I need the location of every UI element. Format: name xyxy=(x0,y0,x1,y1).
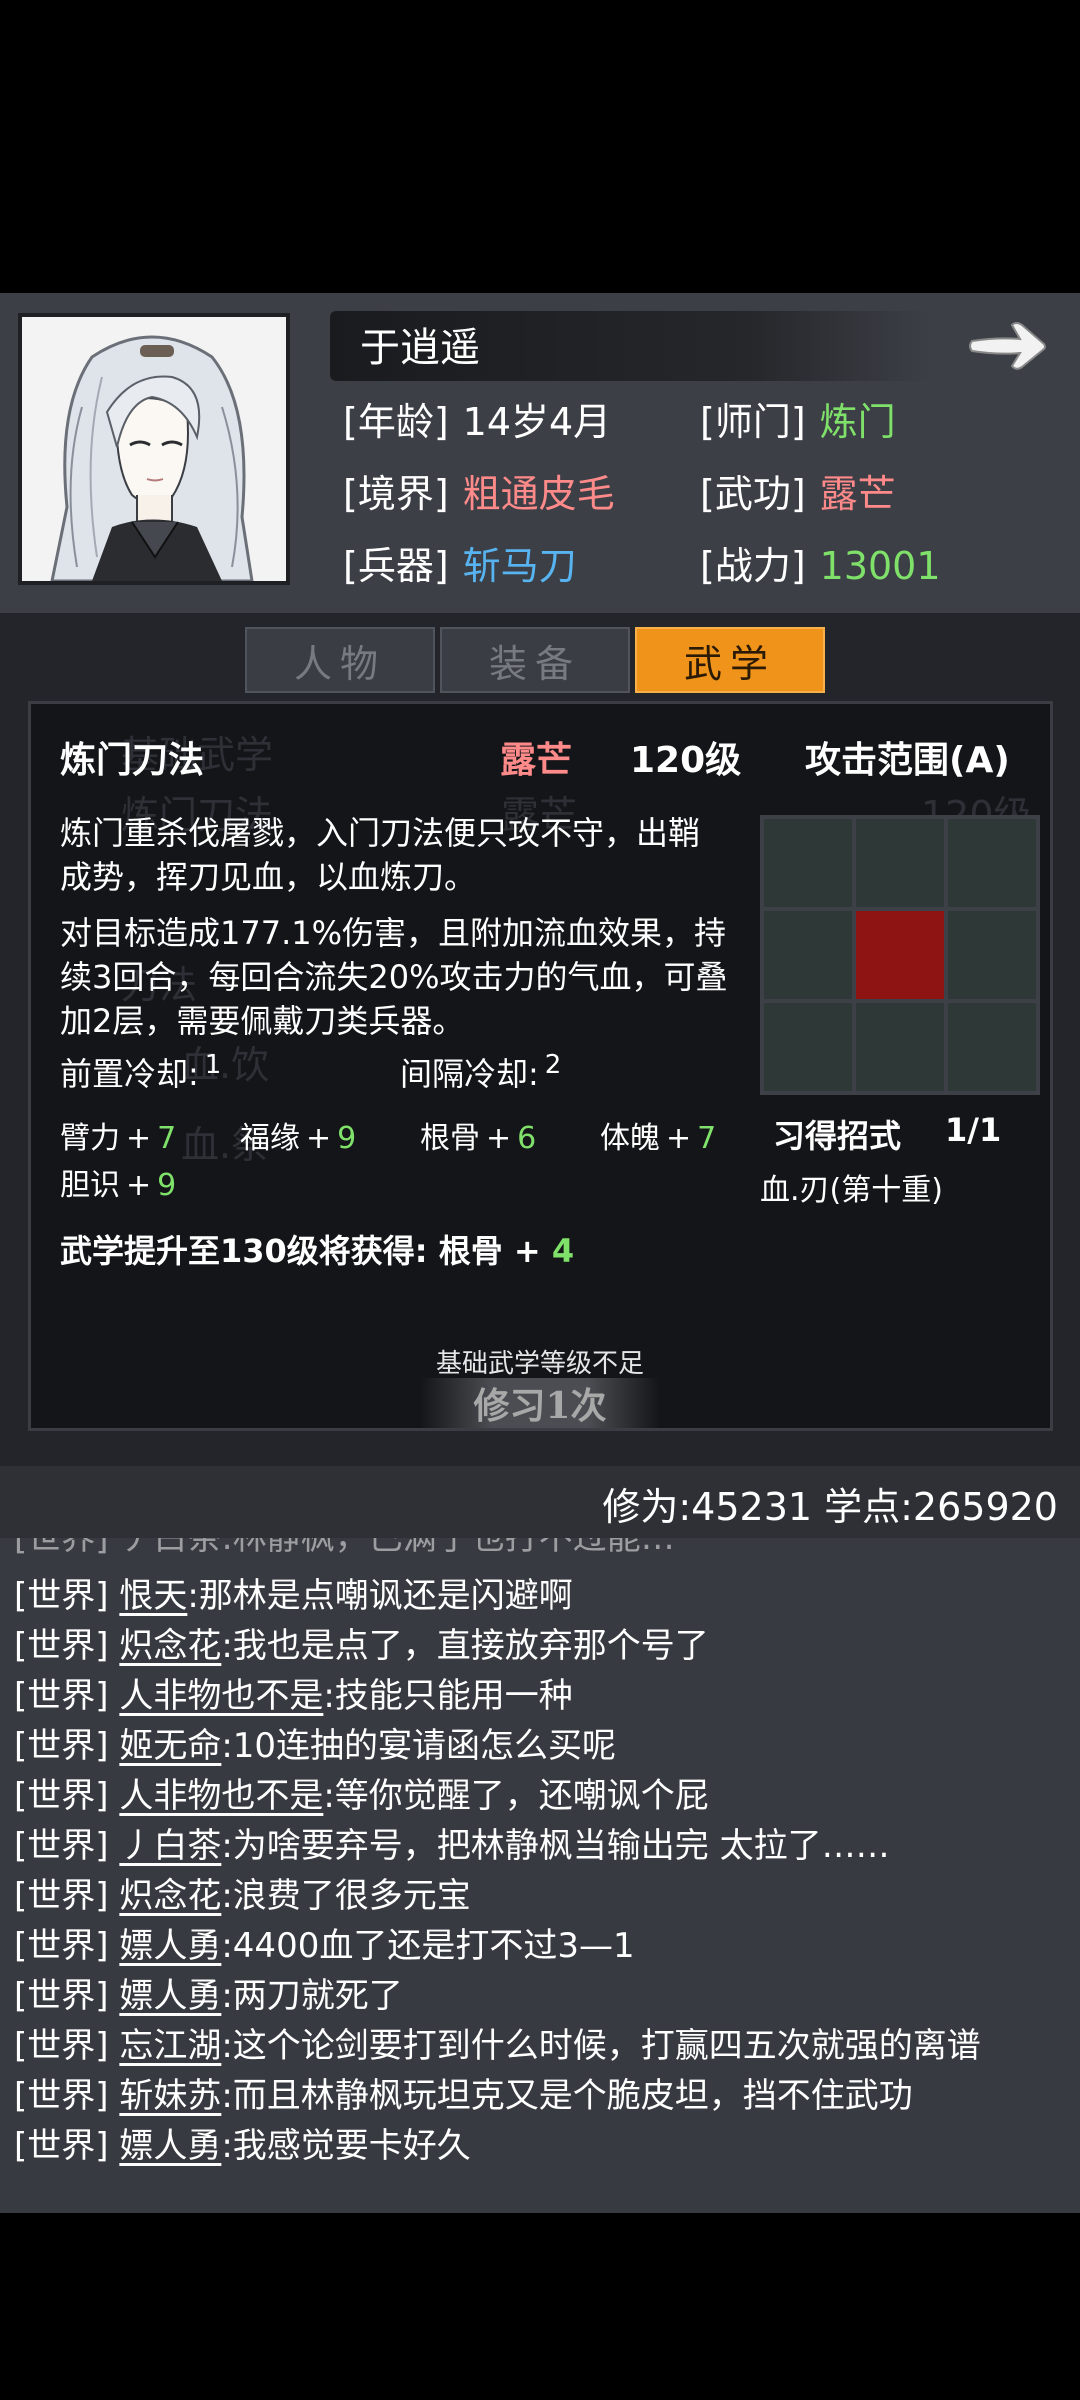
range-cell xyxy=(948,1003,1036,1091)
stat-luck: 福缘 +9 xyxy=(240,1121,357,1156)
upgrade-reward-value: 4 xyxy=(551,1232,575,1270)
upgrade-reward: 武学提升至130级将获得: 根骨 + 4 xyxy=(60,1232,575,1270)
chat-line: [世界] 忘江湖:这个论剑要打到什么时候，打赢四五次就强的离谱 xyxy=(14,2026,981,2066)
chat-line: [世界] 炽念花:我也是点了，直接放弃那个号了 xyxy=(14,1626,709,1666)
stat-physique: 体魄 +7 xyxy=(600,1121,717,1156)
pre-cooldown-value: 1 xyxy=(204,1050,222,1081)
stat-bone: 根骨 +6 xyxy=(420,1121,537,1156)
description-line: 炼门重杀伐屠戮，入门刀法便只攻不守，出鞘 xyxy=(60,814,701,852)
chat-user[interactable]: 炽念花 xyxy=(119,1876,221,1916)
chat-user[interactable]: 嫖人勇 xyxy=(119,2126,221,2166)
attr-martial: [武功] 露芒 xyxy=(700,472,896,516)
chat-line: [世界] 姬无命:10连抽的宴请函怎么买呢 xyxy=(14,1726,617,1766)
chat-line: [世界] 恨天:那林是点嘲讽还是闪避啊 xyxy=(14,1576,573,1616)
pre-cooldown: 前置冷却: 1 xyxy=(60,1050,222,1093)
chat-line: [世界] 嫖人勇:两刀就死了 xyxy=(14,1976,403,2016)
skill-effect: 对目标造成177.1%伤害，且附加流血效果，持 续3回合，每回合流失20%攻击力… xyxy=(60,911,740,1043)
chat-user[interactable]: 嫖人勇 xyxy=(119,1976,221,2016)
chat-line-partial: [世界] 丿白茶:林静枫，已满了也打不过能… xyxy=(14,1538,675,1558)
range-cell xyxy=(856,1003,944,1091)
range-cell xyxy=(764,819,852,907)
range-cell xyxy=(948,911,1036,999)
skill-description: 炼门重杀伐屠戮，入门刀法便只攻不守，出鞘 成势，挥刀见血，以血炼刀。 xyxy=(60,811,740,899)
tab-character[interactable]: 人物 xyxy=(245,627,435,693)
tab-equipment[interactable]: 装备 xyxy=(440,627,630,693)
attr-realm-value: 粗通皮毛 xyxy=(462,472,615,516)
portrait-image xyxy=(22,317,286,581)
chat-user[interactable]: 姬无命 xyxy=(119,1726,221,1766)
chat-user[interactable]: 斩妹苏 xyxy=(119,2076,221,2116)
chat-line: [世界] 斩妹苏:而且林静枫玩坦克又是个脆皮坦，挡不住武功 xyxy=(14,2076,913,2116)
attack-range-grid xyxy=(760,815,1040,1095)
attr-age: [年龄] 14岁4月 xyxy=(343,400,612,444)
skill-level: 120级 xyxy=(630,740,742,781)
effect-line: 对目标造成177.1%伤害，且附加流血效果，持 xyxy=(60,914,727,952)
chat-user[interactable]: 炽念花 xyxy=(119,1626,221,1666)
chat-line: [世界] 丿白茶:为啥要弃号，把林静枫当输出完 太拉了…… xyxy=(14,1826,890,1866)
attr-age-value: 14岁4月 xyxy=(462,400,612,444)
character-name: 于逍遥 xyxy=(360,325,480,371)
learned-moves-label: 习得招式 xyxy=(773,1117,902,1155)
attack-range-label: 攻击范围(A) xyxy=(805,740,1010,781)
range-cell xyxy=(948,819,1036,907)
interval-cooldown-value: 2 xyxy=(544,1050,562,1081)
effect-line: 续3回合，每回合流失20%攻击力的气血，可叠 xyxy=(60,958,728,996)
description-line: 成势，挥刀见血，以血炼刀。 xyxy=(60,858,477,896)
chat-line: [世界] 人非物也不是:等你觉醒了，还嘲讽个屁 xyxy=(14,1776,709,1816)
chat-user[interactable]: 嫖人勇 xyxy=(119,1926,221,1966)
character-panel: 于逍遥 [年龄] 14岁4月 [师门] 炼门 [境界] 粗通皮毛 [武功] 露芒 [兵器… xyxy=(0,293,1080,613)
chat-user[interactable]: 丿白茶 xyxy=(119,1826,221,1866)
skill-name: 炼门刀法 xyxy=(60,740,205,781)
skill-school: 露芒 xyxy=(500,740,573,781)
tab-martial-arts[interactable]: 武学 xyxy=(635,627,825,693)
attr-martial-value: 露芒 xyxy=(819,472,896,516)
chat-user[interactable]: 人非物也不是 xyxy=(119,1776,323,1816)
points-bar: 修为:45231 学点:265920 xyxy=(0,1466,1080,1538)
attr-weapon: [兵器] 斩马刀 xyxy=(343,544,577,588)
attr-sect: [师门] 炼门 xyxy=(700,400,896,444)
attr-realm: [境界] 粗通皮毛 xyxy=(343,472,615,516)
range-cell xyxy=(764,1003,852,1091)
character-portrait[interactable] xyxy=(18,313,290,585)
stat-strength: 臂力 +7 xyxy=(60,1121,177,1156)
learned-moves-count: 1/1 xyxy=(945,1111,1002,1149)
martial-arts-area: 人物 装备 武学 基础武学 炼门刀法 露芒 120级 刀法 血.饮 血.祭 炼门… xyxy=(0,613,1080,1538)
attr-power-value: 13001 xyxy=(819,544,941,588)
next-arrow-icon[interactable] xyxy=(968,311,1048,381)
attr-power: [战力] 13001 xyxy=(700,544,941,588)
range-cell xyxy=(764,911,852,999)
attr-sect-value: 炼门 xyxy=(819,400,896,444)
interval-cooldown: 间隔冷却: 2 xyxy=(400,1050,562,1093)
cultivation-points: 修为:45231 学点:265920 xyxy=(602,1485,1058,1529)
practice-button[interactable]: 修习1次 xyxy=(420,1378,660,1428)
chat-line: [世界] 嫖人勇:我感觉要卡好久 xyxy=(14,2126,471,2166)
chat-user[interactable]: 人非物也不是 xyxy=(119,1676,323,1716)
range-cell xyxy=(856,819,944,907)
chat-line: [世界] 炽念花:浪费了很多元宝 xyxy=(14,1876,471,1916)
practice-hint: 基础武学等级不足 xyxy=(435,1349,644,1379)
attr-weapon-value[interactable]: 斩马刀 xyxy=(463,544,577,588)
stat-courage: 胆识 +9 xyxy=(60,1168,177,1203)
range-cell-target xyxy=(856,911,944,999)
chat-line: [世界] 嫖人勇:4400血了还是打不过3—1 xyxy=(14,1926,635,1966)
chat-line: [世界] 人非物也不是:技能只能用一种 xyxy=(14,1676,573,1716)
chat-user[interactable]: 忘江湖 xyxy=(119,2026,221,2066)
world-chat[interactable]: [世界] 丿白茶:林静枫，已满了也打不过能… [世界] 恨天:那林是点嘲讽还是闪… xyxy=(0,1538,1080,2213)
learned-move-name[interactable]: 血.刃(第十重) xyxy=(760,1165,943,1209)
chat-user[interactable]: 恨天 xyxy=(119,1576,187,1616)
effect-line: 加2层，需要佩戴刀类兵器。 xyxy=(60,1002,465,1040)
tab-bar: 人物 装备 武学 xyxy=(245,627,835,697)
